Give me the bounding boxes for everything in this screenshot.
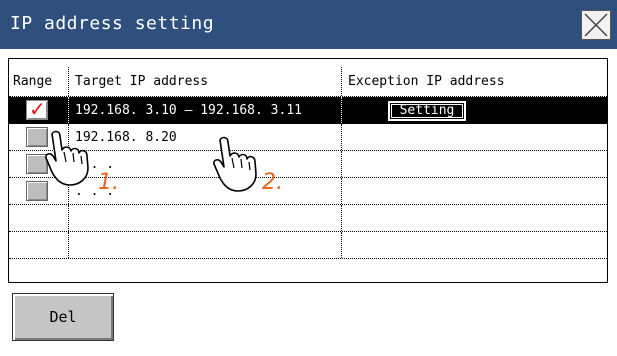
- header-range: Range: [13, 74, 53, 89]
- range-cell: [9, 232, 68, 258]
- title-bar: IP address setting: [0, 0, 617, 49]
- range-cell: ✓: [9, 97, 68, 123]
- target-ip-cell: [68, 205, 341, 231]
- exception-ip-cell: [341, 124, 607, 150]
- window-title: IP address setting: [10, 13, 215, 34]
- target-ip-cell: 192.168. 8.20: [68, 124, 341, 150]
- exception-ip-cell: Setting: [341, 97, 607, 123]
- exception-ip-cell: [341, 205, 607, 231]
- table-header: Range Target IP address Exception IP add…: [9, 67, 607, 97]
- pointing-hand-icon: [45, 130, 89, 186]
- exception-setting-button[interactable]: Setting: [388, 101, 466, 121]
- exception-ip-cell: [341, 232, 607, 258]
- table-row[interactable]: ✓ 192.168. 3.10 – 192.168. 3.11 Setting: [9, 97, 607, 124]
- checkmark-icon: ✓: [29, 97, 46, 121]
- step-2-label: 2.: [262, 170, 283, 195]
- header-exception-ip: Exception IP address: [341, 67, 607, 96]
- table-row: [9, 232, 607, 259]
- range-checkbox[interactable]: ✓: [26, 97, 48, 121]
- exception-ip-cell: [341, 178, 607, 204]
- range-cell: [9, 205, 68, 231]
- close-x-icon: [584, 13, 608, 37]
- header-target-ip: Target IP address: [68, 67, 341, 96]
- delete-button[interactable]: Del: [12, 293, 114, 341]
- target-ip-cell: [68, 232, 341, 258]
- exception-ip-cell: [341, 151, 607, 177]
- target-ip-cell: 192.168. 3.10 – 192.168. 3.11: [68, 97, 341, 123]
- close-button[interactable]: [581, 10, 611, 40]
- step-1-label: 1.: [98, 170, 119, 195]
- table-row: [9, 205, 607, 232]
